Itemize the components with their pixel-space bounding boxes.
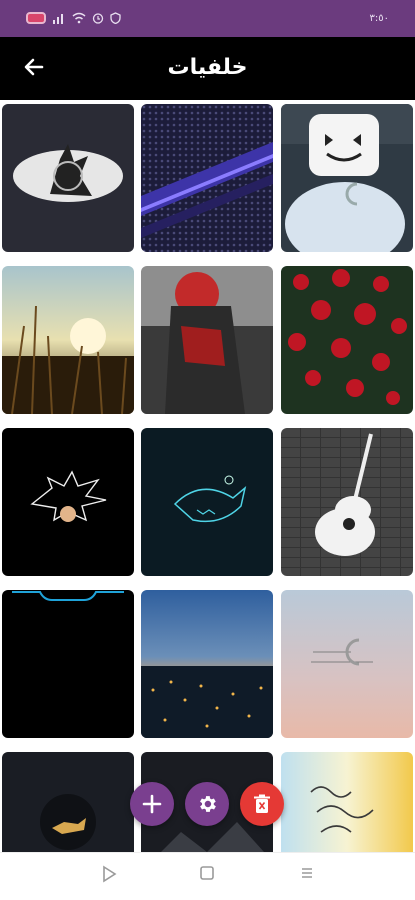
page-title: خلفيات — [167, 55, 248, 80]
wallpaper-arabic-calligraphy[interactable] — [281, 752, 413, 852]
trash-icon — [254, 794, 270, 813]
status-icons — [26, 12, 121, 24]
wallpaper-grid[interactable] — [0, 100, 415, 852]
add-wallpaper-button[interactable] — [130, 782, 174, 826]
nav-home-button[interactable] — [196, 865, 218, 887]
signal-icon — [53, 14, 63, 24]
wallpaper-goku-dark[interactable] — [2, 428, 134, 576]
shield-icon — [110, 12, 121, 24]
wallpaper-red-roses[interactable] — [281, 266, 413, 414]
settings-button[interactable] — [185, 782, 229, 826]
triangle-back-icon — [103, 865, 117, 883]
wallpaper-deer-dark[interactable] — [2, 752, 134, 852]
wallpaper-neon-shark[interactable] — [141, 428, 273, 576]
wallpaper-city-night[interactable] — [141, 590, 273, 738]
wifi-icon — [72, 12, 86, 24]
wallpaper-anime-moon[interactable] — [2, 104, 134, 252]
menu-lines-icon — [302, 868, 312, 878]
wallpaper-guitar[interactable] — [281, 428, 413, 576]
wallpaper-red-hoodie[interactable] — [141, 266, 273, 414]
notification-icon — [26, 12, 46, 24]
status-bar: ٣:٥٠ — [0, 0, 415, 37]
nav-back-button[interactable] — [98, 865, 120, 887]
wallpaper-marshmello[interactable] — [281, 104, 413, 252]
nav-recents-button[interactable] — [296, 865, 318, 887]
square-home-icon — [200, 866, 214, 880]
app-bar: خلفيات — [0, 37, 415, 100]
wallpaper-wheat-sunset[interactable] — [2, 266, 134, 414]
gear-icon — [200, 796, 216, 812]
wallpaper-purple-grille[interactable] — [141, 104, 273, 252]
wallpaper-pastel-sky[interactable] — [281, 590, 413, 738]
alarm-icon — [92, 13, 104, 24]
system-nav-bar — [0, 852, 415, 900]
status-time: ٣:٥٠ — [369, 13, 389, 24]
delete-button[interactable] — [240, 782, 284, 826]
plus-icon — [142, 794, 162, 814]
wallpaper-black-notch[interactable] — [2, 590, 134, 738]
